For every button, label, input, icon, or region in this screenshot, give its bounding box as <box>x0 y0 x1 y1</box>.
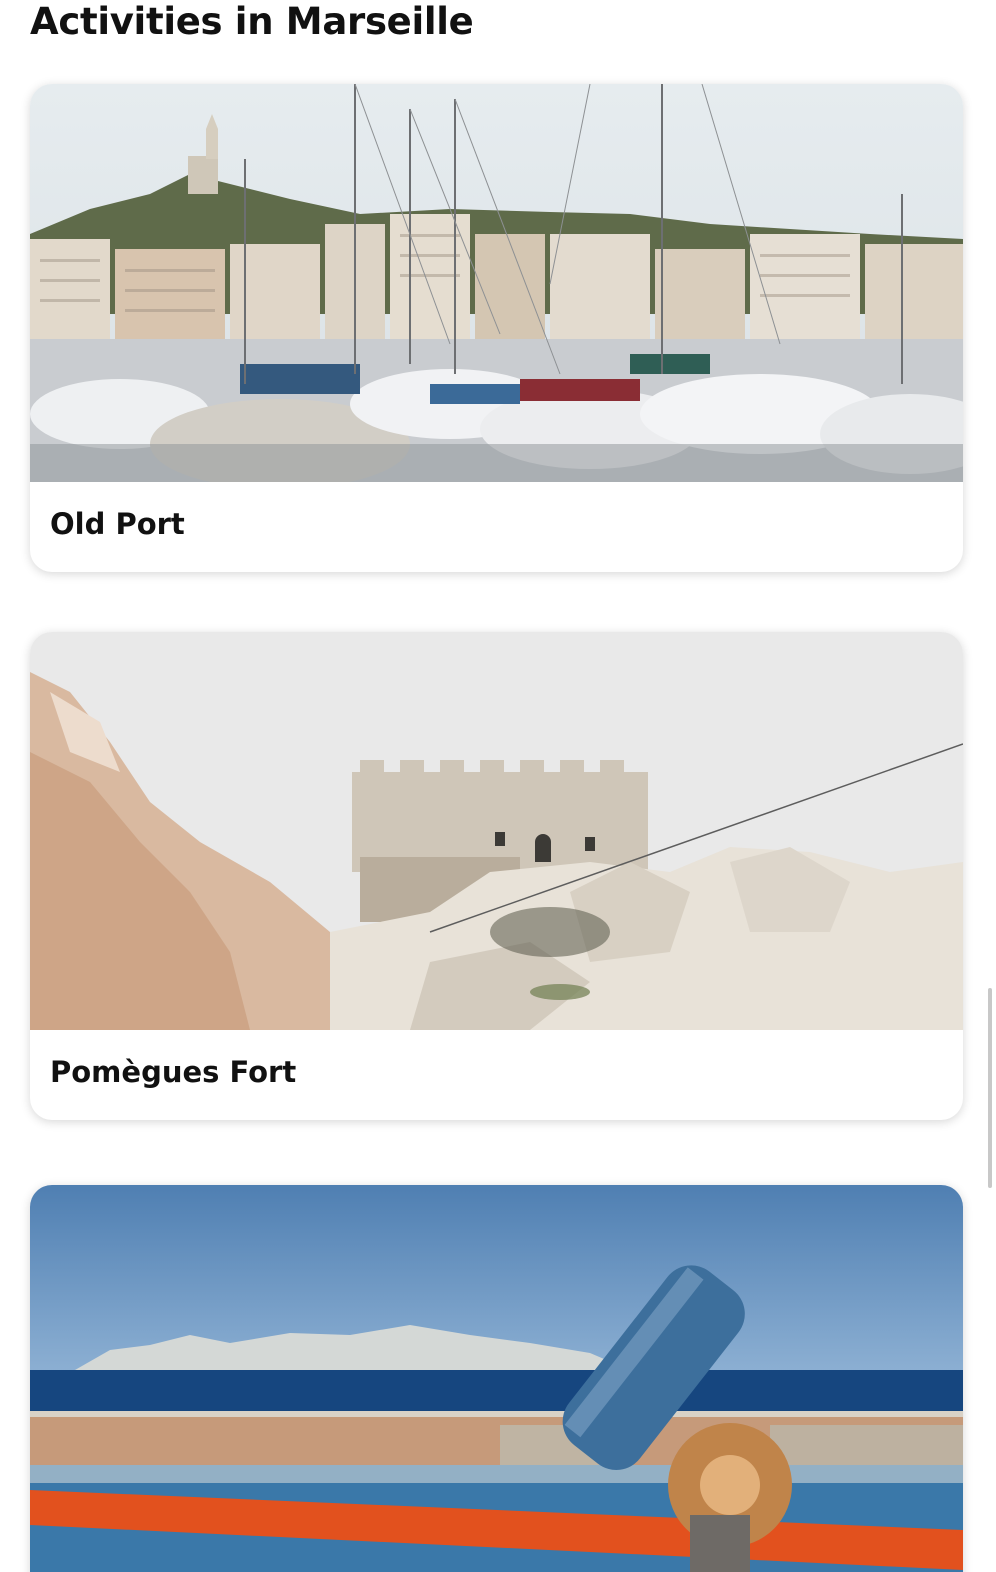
pomegues-fort-image <box>30 632 963 1030</box>
activity-card-pomegues-fort[interactable]: Pomègues Fort <box>30 632 963 1120</box>
page-title: Activities in Marseille <box>30 0 474 43</box>
old-port-image <box>30 84 963 482</box>
card-title: Old Port <box>50 507 185 541</box>
activity-card-sea-view[interactable] <box>30 1185 963 1572</box>
scrollbar[interactable] <box>988 988 992 1188</box>
sea-view-image <box>30 1185 963 1572</box>
card-title: Pomègues Fort <box>50 1055 297 1089</box>
activity-card-old-port[interactable]: Old Port <box>30 84 963 572</box>
activities-page: Activities in Marseille Old Port Pomègue… <box>0 0 996 1572</box>
